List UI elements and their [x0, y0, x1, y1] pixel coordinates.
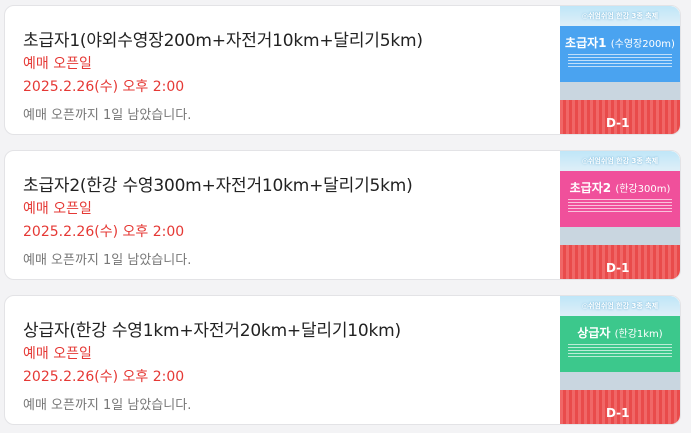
poster-heading: 초급자2 (한강300m): [560, 179, 680, 196]
poster-heading-main: 상급자: [577, 326, 611, 340]
poster-heading-main: 초급자1: [565, 36, 607, 50]
open-date-label: 예매 오픈일: [23, 56, 92, 72]
poster-heading: 상급자 (한강1km): [560, 324, 680, 341]
remaining-notice: 예매 오픈까지 1일 남았습니다.: [23, 253, 192, 268]
open-date-label: 예매 오픈일: [23, 201, 92, 217]
event-title[interactable]: 초급자1(야외수영장200m+자전거10km+달리기5km): [23, 26, 423, 51]
d-day-badge: D-1: [606, 406, 630, 420]
poster-heading-main: 초급자2: [569, 181, 612, 195]
d-day-badge: D-1: [606, 116, 630, 130]
poster-header: ◎쉬엄쉬엄 한강 3종 축제: [560, 151, 680, 171]
event-card[interactable]: 초급자2(한강 수영300m+자전거10km+달리기5km) 예매 오픈일 20…: [4, 150, 681, 280]
poster-header: ◎쉬엄쉬엄 한강 3종 축제: [560, 6, 680, 26]
poster-heading-sub: (수영장200m): [610, 39, 675, 50]
event-poster-image[interactable]: ◎쉬엄쉬엄 한강 3종 축제 상급자 (한강1km) D-1: [560, 296, 680, 424]
remaining-notice: 예매 오픈까지 1일 남았습니다.: [23, 108, 192, 123]
event-poster-image[interactable]: ◎쉬엄쉬엄 한강 3종 축제 초급자2 (한강300m) D-1: [560, 151, 680, 279]
open-date-label: 예매 오픈일: [23, 346, 92, 362]
d-day-badge: D-1: [606, 261, 630, 275]
poster-fine-print: [568, 344, 672, 358]
event-list: 초급자1(야외수영장200m+자전거10km+달리기5km) 예매 오픈일 20…: [0, 0, 691, 433]
event-title[interactable]: 초급자2(한강 수영300m+자전거10km+달리기5km): [23, 171, 413, 196]
poster-heading-sub: (한강300m): [615, 184, 671, 195]
open-date: 2025.2.26(수) 오후 2:00: [23, 369, 185, 385]
poster-heading: 초급자1 (수영장200m): [560, 34, 680, 51]
poster-header: ◎쉬엄쉬엄 한강 3종 축제: [560, 296, 680, 316]
open-date: 2025.2.26(수) 오후 2:00: [23, 224, 185, 240]
event-card[interactable]: 상급자(한강 수영1km+자전거20km+달리기10km) 예매 오픈일 202…: [4, 295, 681, 425]
poster-fine-print: [568, 199, 672, 213]
poster-heading-sub: (한강1km): [614, 329, 663, 340]
event-poster-image[interactable]: ◎쉬엄쉬엄 한강 3종 축제 초급자1 (수영장200m) D-1: [560, 6, 680, 134]
event-title[interactable]: 상급자(한강 수영1km+자전거20km+달리기10km): [23, 316, 401, 341]
open-date: 2025.2.26(수) 오후 2:00: [23, 79, 185, 95]
poster-fine-print: [568, 54, 672, 68]
event-card[interactable]: 초급자1(야외수영장200m+자전거10km+달리기5km) 예매 오픈일 20…: [4, 5, 681, 135]
remaining-notice: 예매 오픈까지 1일 남았습니다.: [23, 398, 192, 413]
